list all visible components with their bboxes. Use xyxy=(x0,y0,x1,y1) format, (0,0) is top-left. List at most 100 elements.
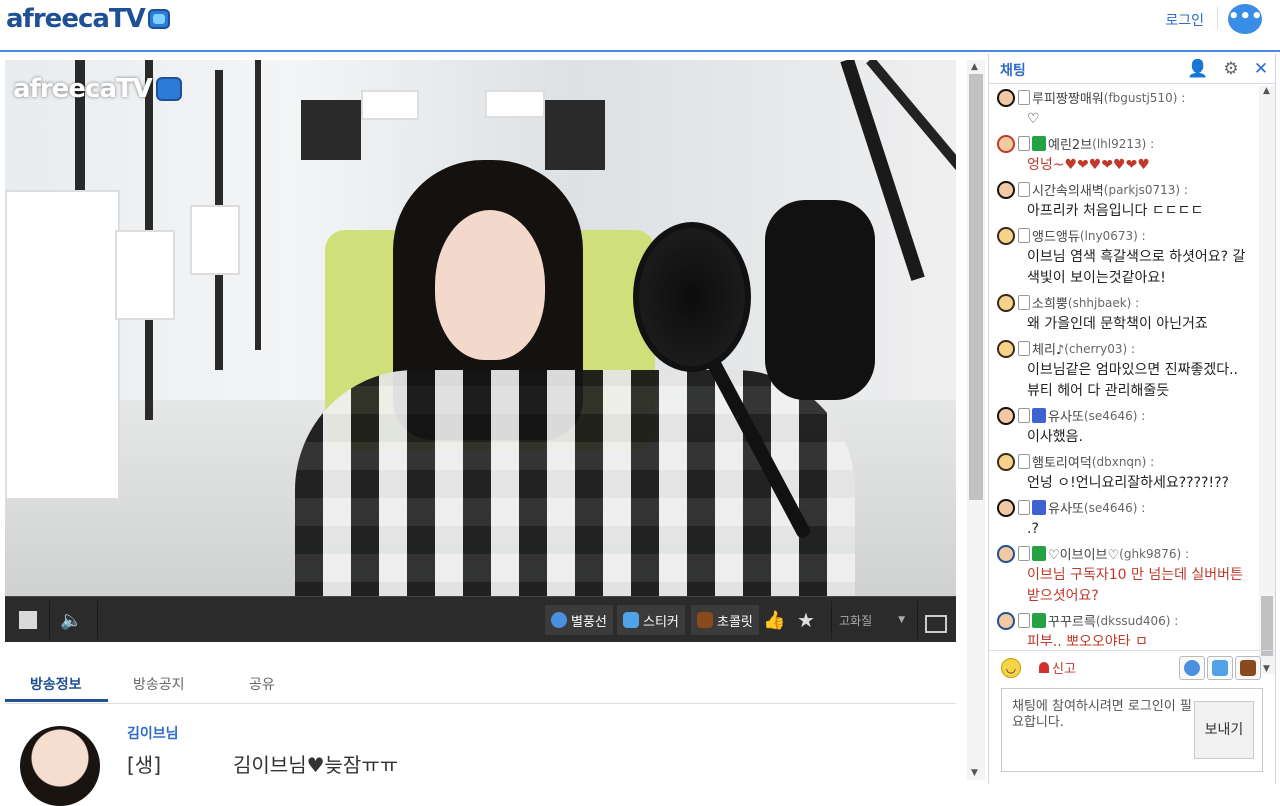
divider xyxy=(49,601,50,639)
scroll-up-icon[interactable]: ▲ xyxy=(971,62,978,72)
chat-user-line[interactable]: 앵드앵듀 (lny0673) : xyxy=(997,224,1259,247)
video-watermark: afreecaTV xyxy=(13,74,182,104)
chat-nickname[interactable]: 소희뿡 xyxy=(1032,293,1068,312)
divider xyxy=(831,601,832,639)
video-frame: afreecaTV xyxy=(5,60,956,596)
tv-icon xyxy=(155,77,182,101)
chat-input-placeholder: 채팅에 참여하시려면 로그인이 필요합니다. xyxy=(1012,699,1192,730)
chat-nickname[interactable]: 루피짱짱매워 xyxy=(1032,88,1104,107)
phone-icon xyxy=(1018,500,1030,515)
phone-icon xyxy=(1018,136,1030,151)
chat-user-line[interactable]: ♡이브이브♡ (ghk9876) : xyxy=(997,542,1259,565)
chat-user-line[interactable]: 햄토리여덕 (dbxnqn) : xyxy=(997,450,1259,473)
volume-icon[interactable]: 🔈 xyxy=(60,605,82,635)
scroll-up-icon[interactable]: ▲ xyxy=(1263,86,1270,96)
scroll-down-icon[interactable]: ▼ xyxy=(971,768,978,778)
chat-nickname[interactable]: 꾸꾸르륵 xyxy=(1048,611,1096,630)
white-shelf xyxy=(190,205,240,275)
chat-user-line[interactable]: 체리♪ (cherry03) : xyxy=(997,337,1259,360)
scroll-thumb[interactable] xyxy=(969,74,983,500)
chat-user-id: (lhl9213) : xyxy=(1092,136,1155,151)
avatar[interactable] xyxy=(20,726,100,806)
chat-message: 체리♪ (cherry03) : 이브님같은 엄마있으면 진짜좋겠다.. 뷰티 헤어… xyxy=(989,337,1259,404)
user-list-icon[interactable]: 👤 xyxy=(1187,59,1208,79)
chat-user-line[interactable]: 예린2브 (lhl9213) : xyxy=(997,132,1259,155)
messenger-icon[interactable]: ••• xyxy=(1228,4,1263,34)
chat-user-line[interactable]: 루피짱짱매워 (fbgustj510) : xyxy=(997,86,1259,109)
logo-text: afreecaTV xyxy=(6,4,146,34)
shelf-post xyxy=(255,60,261,350)
user-avatar-icon xyxy=(997,226,1015,245)
chat-nickname[interactable]: ♡이브이브♡ xyxy=(1048,544,1119,563)
sticker-button[interactable] xyxy=(1207,656,1233,680)
chat-nickname[interactable]: 햄토리여덕 xyxy=(1032,452,1092,471)
gear-icon[interactable]: ⚙ xyxy=(1221,59,1241,79)
microphone xyxy=(765,200,875,400)
chat-user-line[interactable]: 유사또 (se4646) : xyxy=(997,404,1259,427)
quality-select[interactable]: 고화질 ▼ xyxy=(839,605,905,635)
chat-input[interactable]: 채팅에 참여하시려면 로그인이 필요합니다. 보내기 xyxy=(1001,688,1263,772)
broadcaster-name[interactable]: 김이브님 xyxy=(127,723,179,743)
thumbs-up-icon[interactable]: 👍 xyxy=(763,605,785,635)
phone-icon xyxy=(1018,341,1030,356)
chocolate-button[interactable]: 초콜릿 xyxy=(691,605,759,635)
pop-filter xyxy=(633,222,751,372)
chat-message: 꾸꾸르륵 (dkssud406) : 피부.. 뽀오오야타 ㅁ xyxy=(989,609,1259,646)
chat-user-line[interactable]: 소희뿡 (shhjbaek) : xyxy=(997,291,1259,314)
white-shelf xyxy=(361,90,419,120)
user-avatar-icon xyxy=(997,88,1015,107)
chat-message: 시간속의새벽 (parkjs0713) : 아프리카 처음입니다 ㄷㄷㄷㄷ xyxy=(989,178,1259,224)
watermark-text: afreecaTV xyxy=(13,74,153,104)
star-balloon-button[interactable] xyxy=(1179,656,1205,680)
scroll-thumb[interactable] xyxy=(1261,596,1273,656)
chat-user-line[interactable]: 유사또 (se4646) : xyxy=(997,496,1259,519)
balloon-button[interactable]: 별풍선 xyxy=(545,605,613,635)
chat-header: 채팅 👤 ⚙ ✕ xyxy=(989,54,1275,84)
chocolate-button[interactable] xyxy=(1235,656,1261,680)
chat-nickname[interactable]: 앵드앵듀 xyxy=(1032,226,1080,245)
favorite-star-icon[interactable]: ★ xyxy=(797,605,815,635)
chat-user-line[interactable]: 꾸꾸르륵 (dkssud406) : xyxy=(997,609,1259,632)
login-link[interactable]: 로그인 xyxy=(1165,10,1204,30)
white-shelf xyxy=(115,230,175,320)
chat-message: 유사또 (se4646) : 이사했음. xyxy=(989,404,1259,450)
video-player[interactable]: afreecaTV 🔈 별풍선 스티커 초콜릿 👍 ★ 고화질 ▼ xyxy=(5,60,956,642)
user-avatar-icon xyxy=(997,339,1015,358)
chat-nickname[interactable]: 체리♪ xyxy=(1032,339,1064,358)
chat-nickname[interactable]: 유사또 xyxy=(1048,406,1084,425)
page-scrollbar[interactable]: ▲ ▼ xyxy=(967,60,985,780)
streamer-face xyxy=(435,210,545,360)
dark-cubby xyxy=(545,100,605,170)
stop-icon[interactable] xyxy=(19,611,37,629)
fullscreen-icon[interactable] xyxy=(925,609,947,639)
chat-nickname[interactable]: 시간속의새벽 xyxy=(1032,180,1104,199)
send-button[interactable]: 보내기 xyxy=(1194,701,1254,759)
emoticon-icon[interactable]: ◡ xyxy=(1001,658,1021,678)
chat-scrollbar[interactable]: ▲ ▼ xyxy=(1259,86,1275,674)
sticker-button[interactable]: 스티커 xyxy=(617,605,685,635)
tab-share[interactable]: 공유 xyxy=(249,674,275,694)
white-shelf xyxy=(485,90,545,118)
subscriber-badge-icon xyxy=(1032,500,1046,515)
header-divider xyxy=(1217,7,1218,29)
chat-nickname[interactable]: 예린2브 xyxy=(1048,134,1092,153)
chat-user-id: (dbxnqn) : xyxy=(1091,454,1155,469)
chat-user-line[interactable]: 시간속의새벽 (parkjs0713) : xyxy=(997,178,1259,201)
site-logo[interactable]: afreecaTV xyxy=(6,4,170,34)
user-avatar-icon xyxy=(997,452,1015,471)
info-tabs: 방송정보 방송공지 공유 xyxy=(5,666,956,704)
chat-user-id: (ghk9876) : xyxy=(1119,546,1190,561)
chat-message-text: 이사했음. xyxy=(1027,429,1083,445)
chat-user-id: (fbgustj510) : xyxy=(1103,90,1186,105)
chat-message-text: 이브님 염색 흑갈색으로 하셧어요? 갈색빛이 보이는것같아요! xyxy=(1027,249,1246,286)
tab-broadcast-info[interactable]: 방송정보 xyxy=(30,674,82,694)
tab-broadcast-notice[interactable]: 방송공지 xyxy=(133,674,185,694)
chocolate-label: 초콜릿 xyxy=(717,614,753,630)
star-balloon-icon xyxy=(551,612,567,628)
chat-message-text: 이브님 구독자10 만 넘는데 실버버튼 받으셧어요? xyxy=(1027,567,1243,604)
close-icon[interactable]: ✕ xyxy=(1251,59,1271,79)
report-label: 신고 xyxy=(1052,662,1076,677)
chat-message: 햄토리여덕 (dbxnqn) : 언넝 ㅇ!언니요리잘하세요????!?? xyxy=(989,450,1259,496)
chat-nickname[interactable]: 유사또 xyxy=(1048,498,1084,517)
report-button[interactable]: 신고 xyxy=(1039,658,1076,677)
